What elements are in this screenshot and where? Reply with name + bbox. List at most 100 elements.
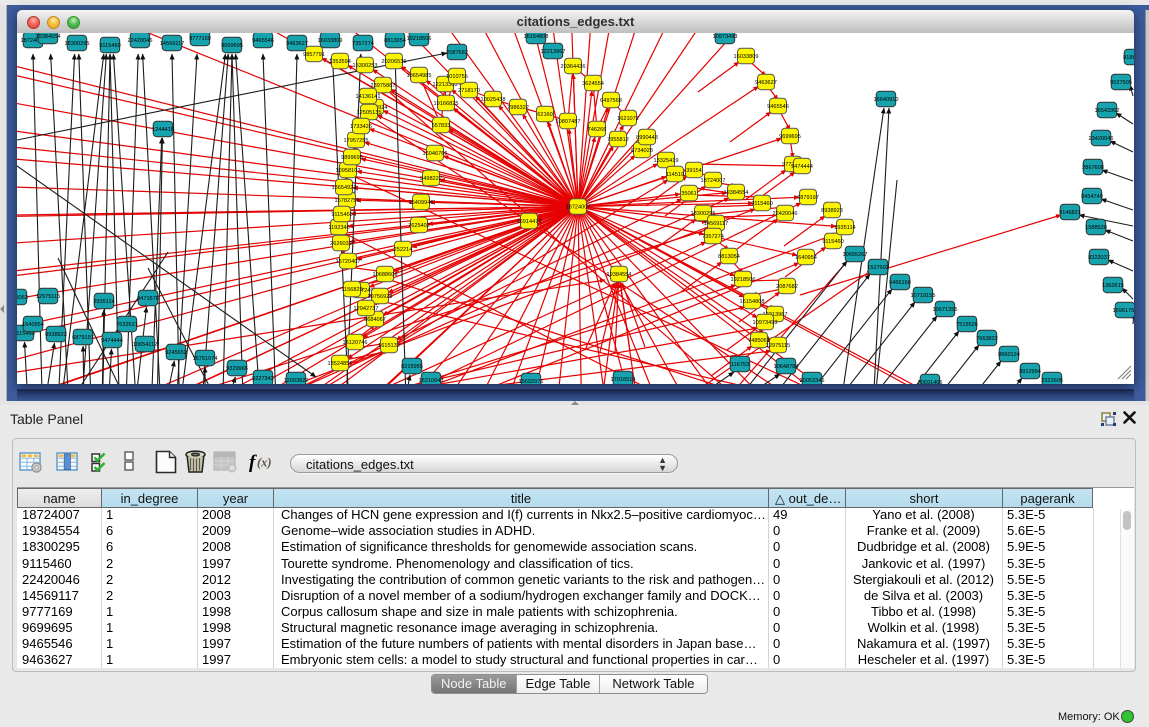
svg-text:10958107: 10958107 xyxy=(336,168,361,174)
svg-text:15300253: 15300253 xyxy=(353,63,378,69)
svg-text:7663822: 7663822 xyxy=(976,336,998,342)
svg-text:13325419: 13325419 xyxy=(654,158,679,164)
svg-text:6879197: 6879197 xyxy=(797,195,819,201)
svg-text:9245652: 9245652 xyxy=(165,350,187,356)
svg-text:9227342: 9227342 xyxy=(252,376,274,382)
svg-text:16046766: 16046766 xyxy=(423,151,448,157)
svg-text:10973493: 10973493 xyxy=(753,320,778,326)
svg-text:6497568: 6497568 xyxy=(600,98,622,104)
svg-text:9463627: 9463627 xyxy=(286,41,308,47)
svg-text:2087682: 2087682 xyxy=(446,50,468,56)
svg-text:9527505: 9527505 xyxy=(1110,80,1132,86)
svg-text:20053346: 20053346 xyxy=(800,378,825,384)
svg-text:14569117: 14569117 xyxy=(704,221,728,227)
svg-text:9115460: 9115460 xyxy=(331,212,352,218)
svg-text:6734028: 6734028 xyxy=(631,148,653,154)
svg-text:f: f xyxy=(249,452,257,473)
svg-text:10654112: 10654112 xyxy=(133,342,157,348)
svg-text:10973493: 10973493 xyxy=(713,34,738,40)
svg-text:14569117: 14569117 xyxy=(160,41,184,47)
svg-text:2626032: 2626032 xyxy=(330,241,352,247)
svg-text:13654923: 13654923 xyxy=(332,185,357,191)
svg-text:19384554: 19384554 xyxy=(36,34,61,40)
svg-text:15692971: 15692971 xyxy=(519,379,544,384)
svg-text:9146821: 9146821 xyxy=(1059,210,1081,216)
svg-text:10807487: 10807487 xyxy=(556,119,581,125)
svg-text:19384554: 19384554 xyxy=(607,272,632,278)
svg-text:1192346: 1192346 xyxy=(328,225,349,231)
svg-text:1527602: 1527602 xyxy=(867,265,889,271)
svg-text:1733426: 1733426 xyxy=(350,124,372,130)
svg-text:15409948: 15409948 xyxy=(409,200,434,206)
svg-text:5498222: 5498222 xyxy=(420,176,442,182)
svg-text:9857791: 9857791 xyxy=(303,52,325,58)
svg-text:7632621: 7632621 xyxy=(116,322,138,328)
svg-text:1640954: 1640954 xyxy=(795,255,817,261)
svg-text:7955812: 7955812 xyxy=(607,137,629,143)
svg-text:1362615: 1362615 xyxy=(1102,283,1124,289)
svg-text:2087682: 2087682 xyxy=(776,284,798,290)
svg-text:16961758: 16961758 xyxy=(1113,308,1134,314)
svg-text:7515526: 7515526 xyxy=(956,322,978,328)
svg-text:20206536: 20206536 xyxy=(382,59,407,65)
svg-text:9115460: 9115460 xyxy=(822,239,843,245)
svg-text:9699695: 9699695 xyxy=(779,134,801,140)
svg-text:16033809: 16033809 xyxy=(318,38,343,44)
svg-text:2867608: 2867608 xyxy=(1082,165,1104,171)
svg-text:116753: 116753 xyxy=(731,362,749,368)
svg-text:7357274: 7357274 xyxy=(352,41,374,47)
svg-text:8186328: 8186328 xyxy=(1123,55,1134,61)
svg-text:1156829: 1156829 xyxy=(341,287,362,293)
svg-text:9777169: 9777169 xyxy=(189,36,211,42)
svg-text:6466160: 6466160 xyxy=(889,280,911,286)
svg-text:12213967: 12213967 xyxy=(541,49,566,55)
svg-text:7357274: 7357274 xyxy=(702,234,724,240)
svg-text:9684067: 9684067 xyxy=(364,317,386,323)
svg-text:18300295: 18300295 xyxy=(65,41,90,47)
svg-text:1615132: 1615132 xyxy=(378,343,400,349)
svg-text:8813054: 8813054 xyxy=(718,254,740,260)
svg-text:7625402: 7625402 xyxy=(408,223,430,229)
svg-text:12093822: 12093822 xyxy=(284,378,309,384)
svg-text:1588520: 1588520 xyxy=(1085,225,1107,231)
svg-text:16640910: 16640910 xyxy=(874,97,899,103)
svg-text:16543362: 16543362 xyxy=(1095,108,1120,114)
svg-text:1353594: 1353594 xyxy=(329,59,351,65)
svg-text:16033809: 16033809 xyxy=(734,54,759,60)
svg-text:7986322: 7986322 xyxy=(507,105,529,111)
svg-text:12942737: 12942737 xyxy=(354,306,379,312)
svg-text:746266: 746266 xyxy=(588,127,607,133)
svg-text:19384554: 19384554 xyxy=(724,190,749,196)
svg-text:19756928: 19756928 xyxy=(368,294,393,300)
svg-text:8215955: 8215955 xyxy=(401,364,423,370)
svg-text:10671355: 10671355 xyxy=(933,307,958,313)
svg-text:12975115: 12975115 xyxy=(766,343,790,349)
svg-text:3624554: 3624554 xyxy=(582,81,604,87)
svg-text:12505135: 12505135 xyxy=(357,110,382,116)
svg-text:19166825: 19166825 xyxy=(434,101,459,107)
svg-text:20364436: 20364436 xyxy=(561,64,586,70)
svg-text:23420046: 23420046 xyxy=(1089,136,1114,142)
svg-text:8471676: 8471676 xyxy=(137,296,159,302)
svg-text:1640954: 1640954 xyxy=(22,322,44,328)
svg-text:19654985: 19654985 xyxy=(407,73,432,79)
svg-text:8813054: 8813054 xyxy=(384,38,406,44)
svg-text:9115460: 9115460 xyxy=(99,43,120,49)
svg-text:22420046: 22420046 xyxy=(128,38,153,44)
svg-text:16154808: 16154808 xyxy=(740,299,765,305)
svg-text:15751074: 15751074 xyxy=(193,356,218,362)
svg-text:114519: 114519 xyxy=(666,172,684,178)
svg-text:(x): (x) xyxy=(257,456,272,470)
svg-text:9899695: 9899695 xyxy=(341,155,363,161)
svg-text:22420046: 22420046 xyxy=(773,211,798,217)
svg-text:10719155: 10719155 xyxy=(911,293,936,299)
svg-text:2322605: 2322605 xyxy=(1041,378,1063,384)
svg-text:2718170: 2718170 xyxy=(458,88,480,94)
svg-text:9329966: 9329966 xyxy=(226,366,248,372)
svg-text:8660124: 8660124 xyxy=(998,352,1020,358)
svg-text:16154808: 16154808 xyxy=(524,34,549,40)
svg-text:9115460: 9115460 xyxy=(751,201,772,207)
svg-text:10648784: 10648784 xyxy=(774,364,799,370)
svg-text:16120746: 16120746 xyxy=(343,340,368,346)
svg-text:19218506: 19218506 xyxy=(731,277,756,283)
